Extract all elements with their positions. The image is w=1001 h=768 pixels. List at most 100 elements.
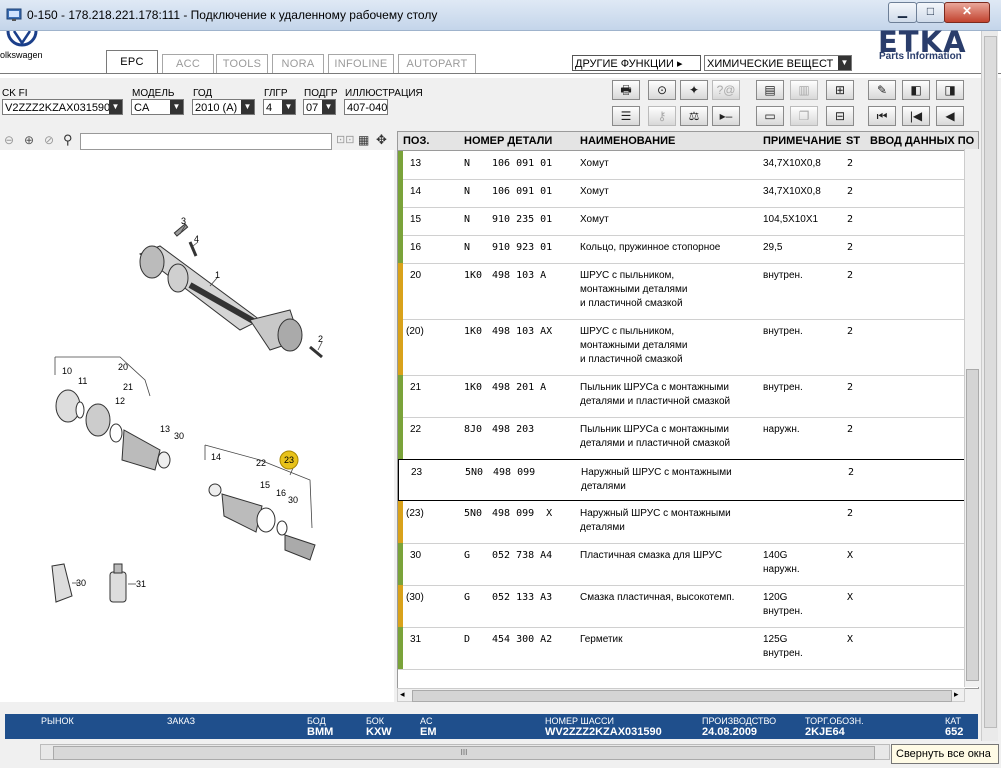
play-minus-button[interactable]: ▸– xyxy=(712,106,740,126)
tab-tools[interactable]: TOOLS xyxy=(216,54,268,74)
other-functions-select[interactable]: ХИМИЧЕСКИЕ ВЕЩЕСТ ▼ xyxy=(704,55,852,71)
table-row[interactable]: (20) 1K0 498 103 AX ШРУС с пыльником, монта… xyxy=(398,319,966,376)
cart-button[interactable]: ⊞ xyxy=(826,80,854,100)
row-note: 104,5X10X1 xyxy=(763,214,819,225)
callout-label: 30 xyxy=(288,495,298,505)
illustration-select[interactable]: 407-040 xyxy=(344,99,388,115)
tab-divider xyxy=(0,73,1001,74)
tools-button[interactable]: ✦ xyxy=(680,80,708,100)
depot-button[interactable]: ▥ xyxy=(790,80,818,100)
table-row[interactable]: 30 G 052 738 A4 Пластичная смазка для ШРУС 1… xyxy=(398,543,966,586)
other-functions-button[interactable]: ДРУГИЕ ФУНКЦИИ ▸ xyxy=(572,55,701,71)
scroll-thumb[interactable] xyxy=(966,369,979,681)
minimize-button[interactable]: ▁ xyxy=(888,2,917,23)
scale-button[interactable]: ⚖ xyxy=(680,106,708,126)
compare-button[interactable]: ▭ xyxy=(756,106,784,126)
chevron-down-icon[interactable]: ▼ xyxy=(241,100,254,114)
search-part-button[interactable]: ⊙ xyxy=(648,80,676,100)
help-button[interactable]: ?@ xyxy=(712,80,740,100)
table-row[interactable]: 13 N 106 091 01 Хомут 34,7X10X0,8 2 xyxy=(398,151,966,180)
chevron-down-icon[interactable]: ▼ xyxy=(282,100,295,114)
illustration-search-input[interactable] xyxy=(80,133,332,150)
window-horizontal-scrollbar[interactable]: III xyxy=(40,744,890,760)
zoom-in-icon[interactable]: ⊕ xyxy=(24,133,34,147)
zoom-reset-icon[interactable]: ⊘ xyxy=(44,133,54,147)
prev-page-button[interactable]: ◧ xyxy=(902,80,930,100)
scroll-right-icon[interactable]: ▸ xyxy=(954,689,959,700)
table-vertical-scrollbar[interactable] xyxy=(964,149,979,687)
table-row[interactable]: (30) G 052 133 A3 Смазка пластичная, высоко… xyxy=(398,585,966,628)
scroll-thumb[interactable] xyxy=(412,690,952,702)
callout-label: 3 xyxy=(181,216,186,226)
back-button[interactable]: ◀ xyxy=(936,106,964,126)
table-row[interactable]: (23) 5N0 498 099 X Наружный ШРУС с монтажны… xyxy=(398,501,966,544)
window-vertical-scrollbar[interactable] xyxy=(981,31,998,741)
move-icon[interactable]: ✥ xyxy=(376,132,387,148)
list-view-button[interactable]: ☰ xyxy=(612,106,640,126)
row-code: 1K0 xyxy=(464,382,483,393)
table-row[interactable]: 23 5N0 498 099 Наружный ШРУС с монтажными д… xyxy=(398,459,966,501)
table-row[interactable]: 22 8J0 498 203 Пыльник ШРУСа с монтажными д… xyxy=(398,417,966,460)
table-row[interactable]: 16 N 910 923 01 Кольцо, пружинное стопорное… xyxy=(398,235,966,264)
tab-nora[interactable]: NORA xyxy=(272,54,324,74)
search-icon[interactable]: ⚲ xyxy=(63,132,73,148)
chevron-down-icon[interactable]: ▼ xyxy=(322,100,335,114)
tab-epc[interactable]: EPC xyxy=(106,50,158,74)
chevron-down-icon[interactable]: ▼ xyxy=(838,56,851,70)
scale-icon: ⚖ xyxy=(688,109,700,123)
row-status-bar xyxy=(398,585,403,627)
fit-width-icon[interactable]: ⊡⊡ xyxy=(336,133,354,146)
chassis-label: НОМЕР ШАССИ xyxy=(545,716,615,726)
sub-group-select[interactable]: 07 ▼ xyxy=(303,99,336,115)
year-select[interactable]: 2010 (A) ▼ xyxy=(192,99,255,115)
scroll-thumb[interactable]: III xyxy=(53,746,875,760)
basket-button[interactable]: ⊟ xyxy=(826,106,854,126)
key-button[interactable]: ⚷ xyxy=(648,106,676,126)
row-part-number: 106 091 01 xyxy=(492,158,553,169)
copy-button[interactable]: ❐ xyxy=(790,106,818,126)
table-row[interactable]: 21 1K0 498 201 A Пыльник ШРУСа с монтажными… xyxy=(398,375,966,418)
table-row[interactable]: 15 N 910 235 01 Хомут 104,5X10X1 2 xyxy=(398,207,966,236)
close-button[interactable]: ✕ xyxy=(944,2,990,23)
grid-icon[interactable]: ▦ xyxy=(358,133,369,147)
window-titlebar[interactable]: 0-150 - 178.218.221.178:111 - Подключени… xyxy=(0,0,1001,31)
table-row[interactable]: 31 D 454 300 A2 Герметик 125G внутрен. X xyxy=(398,627,966,670)
callout-label: 31 xyxy=(136,579,146,589)
illustration-panel[interactable]: 3 4 1 2 20 10 11 21 12 13 30 23 14 22 15… xyxy=(0,150,394,702)
row-st: 2 xyxy=(847,158,854,169)
tab-autopart[interactable]: AUTOPART xyxy=(398,54,476,74)
col-part-number[interactable]: НОМЕР ДЕТАЛИ xyxy=(464,135,552,147)
col-input[interactable]: ВВОД ДАННЫХ ПО xyxy=(870,135,974,147)
first-icon: ⏮ xyxy=(876,109,888,123)
col-note[interactable]: ПРИМЕЧАНИЕ xyxy=(763,135,842,147)
scroll-thumb[interactable] xyxy=(984,36,997,728)
model-select[interactable]: CA ▼ xyxy=(131,99,184,115)
elsa-button[interactable]: ▤ xyxy=(756,80,784,100)
col-st[interactable]: ST xyxy=(846,135,860,147)
pin-button[interactable]: ✎ xyxy=(868,80,896,100)
wrench-icon: ✦ xyxy=(688,83,700,97)
row-name: Пыльник ШРУСа с монтажными деталями и пл… xyxy=(580,424,731,449)
window-title: 0-150 - 178.218.221.178:111 - Подключени… xyxy=(27,8,438,22)
col-pos[interactable]: ПОЗ. xyxy=(403,135,429,147)
vin-select[interactable]: V2ZZZ2KZAX031590 ▼ xyxy=(2,99,123,115)
print-button[interactable]: 🖶 xyxy=(612,80,640,100)
table-row[interactable]: 14 N 106 091 01 Хомут 34,7X10X0,8 2 xyxy=(398,179,966,208)
chevron-down-icon[interactable]: ▼ xyxy=(170,100,183,114)
table-row[interactable]: 20 1K0 498 103 A ШРУС с пыльником, монтажны… xyxy=(398,263,966,320)
row-name: Кольцо, пружинное стопорное xyxy=(580,242,721,253)
next-page-button[interactable]: ◨ xyxy=(936,80,964,100)
tab-infoline[interactable]: INFOLINE xyxy=(328,54,394,74)
previous-button[interactable]: |◀ xyxy=(902,106,930,126)
zoom-out-icon[interactable]: ⊖ xyxy=(4,133,14,147)
maximize-button[interactable]: □ xyxy=(916,2,945,23)
first-button[interactable]: ⏮ xyxy=(868,106,896,126)
chevron-down-icon[interactable]: ▼ xyxy=(109,100,122,114)
col-name[interactable]: НАИМЕНОВАНИЕ xyxy=(580,135,675,147)
row-code: 5N0 xyxy=(464,508,483,519)
scroll-left-icon[interactable]: ◂ xyxy=(400,689,405,700)
tab-acc[interactable]: ACC xyxy=(162,54,214,74)
main-group-select[interactable]: 4 ▼ xyxy=(263,99,296,115)
table-horizontal-scrollbar[interactable]: ◂ ▸ xyxy=(397,688,965,702)
year-label: ГОД xyxy=(193,88,213,99)
